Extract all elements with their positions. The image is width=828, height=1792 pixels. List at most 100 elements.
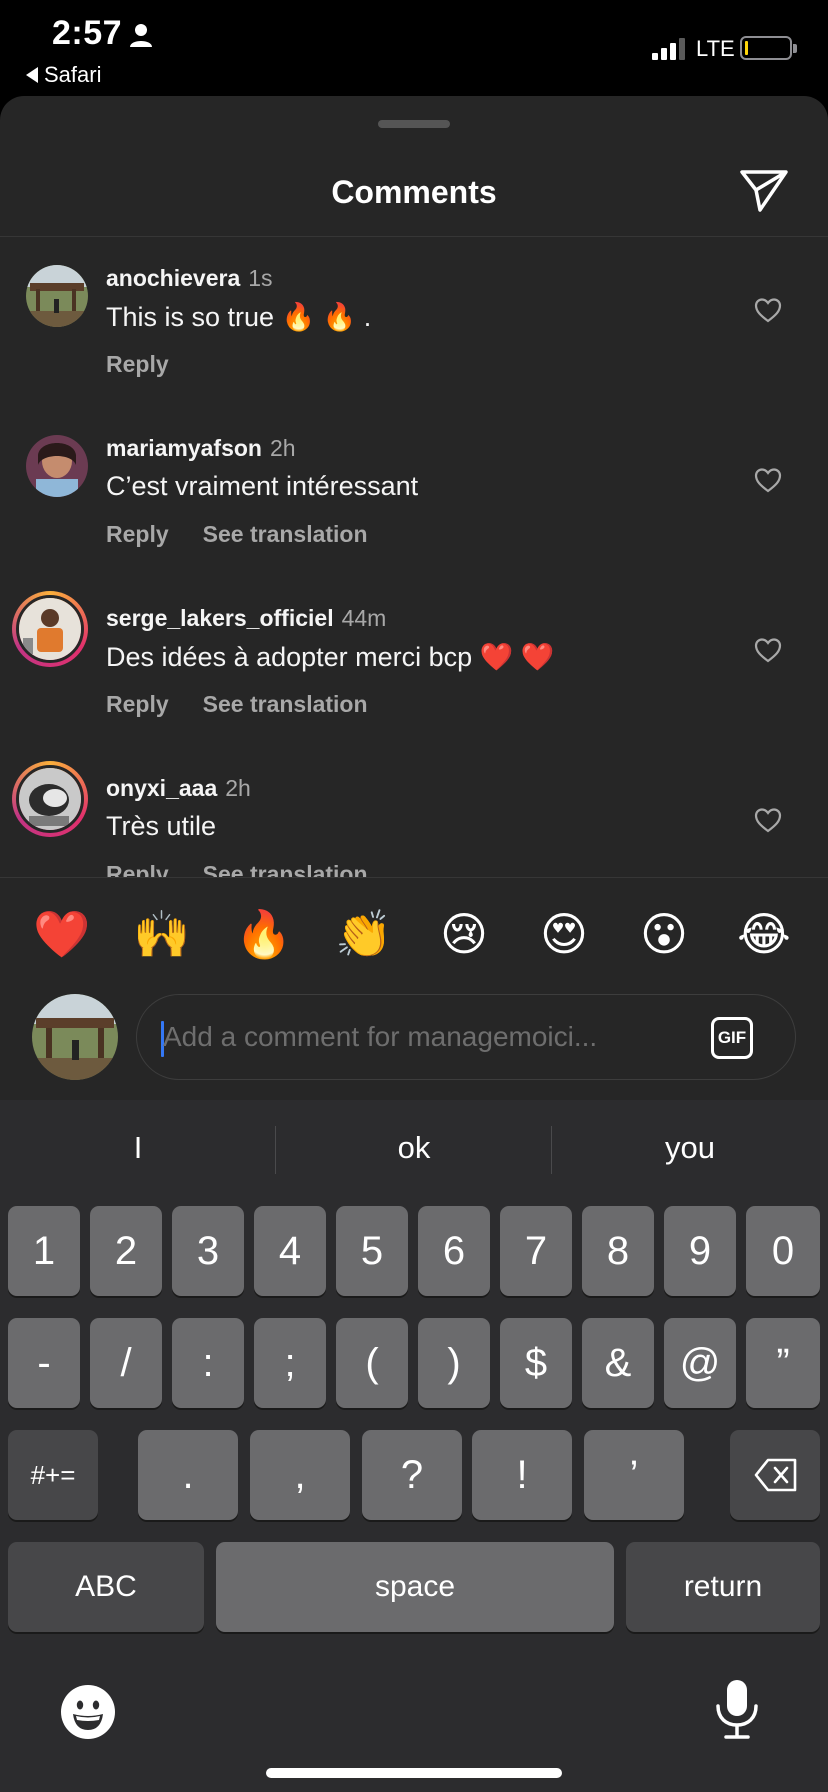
reply-button[interactable]: Reply — [106, 521, 169, 548]
key-5[interactable]: 5 — [336, 1206, 408, 1296]
key-0[interactable]: 0 — [746, 1206, 820, 1296]
microphone-icon[interactable] — [712, 1678, 762, 1740]
back-arrow-icon — [26, 67, 38, 83]
predictive-bar: I ok you — [0, 1122, 828, 1174]
see-translation-button[interactable]: See translation — [203, 691, 368, 718]
paper-plane-icon[interactable] — [738, 168, 790, 214]
comment-actions: Reply See translation — [106, 691, 368, 718]
heart-icon[interactable] — [754, 807, 782, 833]
reaction-fire[interactable]: 🔥 — [232, 902, 296, 966]
battery-icon — [740, 36, 797, 60]
key-colon[interactable]: : — [172, 1318, 244, 1408]
comments-sheet: Comments anochievera 1s This is so true … — [0, 96, 828, 1100]
suggestion-item[interactable]: I — [0, 1122, 276, 1174]
network-type: LTE — [696, 36, 735, 61]
suggestion-item[interactable]: ok — [276, 1122, 552, 1174]
see-translation-button[interactable]: See translation — [203, 861, 368, 877]
home-indicator[interactable] — [266, 1768, 562, 1778]
key-more-symbols[interactable]: #+= — [8, 1430, 98, 1520]
key-7[interactable]: 7 — [500, 1206, 572, 1296]
key-4[interactable]: 4 — [254, 1206, 326, 1296]
key-exclamation[interactable]: ! — [472, 1430, 572, 1520]
divider — [0, 877, 828, 878]
comment-header: onyxi_aaa 2h — [106, 775, 251, 802]
key-6[interactable]: 6 — [418, 1206, 490, 1296]
key-dollar[interactable]: $ — [500, 1318, 572, 1408]
heart-icon[interactable] — [754, 637, 782, 663]
reaction-red-heart[interactable]: ❤️ — [30, 902, 94, 966]
comment-header: serge_lakers_officiel 44m — [106, 605, 386, 632]
comment-time: 1s — [248, 265, 273, 291]
cellular-signal-icon — [652, 38, 685, 60]
avatar-with-story-ring[interactable] — [12, 591, 88, 667]
person-icon — [130, 24, 152, 47]
reaction-raising-hands[interactable]: 🙌 — [130, 902, 194, 966]
comment-text: C’est vraiment intéressant — [106, 471, 419, 501]
reply-button[interactable]: Reply — [106, 691, 169, 718]
key-open-paren[interactable]: ( — [336, 1318, 408, 1408]
comment-header: anochievera 1s — [106, 265, 273, 292]
return-key[interactable]: return — [626, 1542, 820, 1632]
back-app-label: Safari — [44, 62, 102, 87]
key-ampersand[interactable]: & — [582, 1318, 654, 1408]
comment-item: mariamyafson 2h C’est vraiment intéressan… — [0, 407, 828, 577]
gif-button[interactable]: GIF — [711, 1017, 753, 1059]
see-translation-button[interactable]: See translation — [203, 521, 368, 548]
avatar[interactable] — [26, 265, 88, 327]
status-time: 2:57 — [52, 14, 123, 52]
delete-key[interactable] — [730, 1430, 820, 1520]
comment-item: serge_lakers_officiel 44m Des idées à ado… — [0, 577, 828, 747]
reply-button[interactable]: Reply — [106, 351, 169, 378]
reaction-tears-of-joy[interactable]: 😂 — [732, 902, 796, 966]
comment-text: Très utile — [106, 811, 217, 841]
comment-actions: Reply — [106, 351, 169, 378]
reaction-surprised-face[interactable]: 😮 — [632, 902, 696, 966]
comment-username[interactable]: anochievera — [106, 265, 240, 291]
emoji-keyboard-icon[interactable] — [60, 1684, 116, 1740]
quick-reaction-bar: ❤️ 🙌 🔥 👏 😢 😍 😮 😂 — [0, 902, 828, 972]
space-bar[interactable]: space — [216, 1542, 614, 1632]
key-quote[interactable]: ” — [746, 1318, 820, 1408]
key-9[interactable]: 9 — [664, 1206, 736, 1296]
comment-actions: Reply See translation — [106, 521, 368, 548]
key-1[interactable]: 1 — [8, 1206, 80, 1296]
heart-icon[interactable] — [754, 467, 782, 493]
avatar[interactable] — [26, 435, 88, 497]
comment-time: 2h — [269, 435, 296, 461]
key-comma[interactable]: , — [250, 1430, 350, 1520]
page-title: Comments — [331, 174, 497, 210]
comment-time: 44m — [341, 605, 387, 631]
delete-backspace-icon — [754, 1458, 797, 1492]
key-hyphen[interactable]: - — [8, 1318, 80, 1408]
key-at[interactable]: @ — [664, 1318, 736, 1408]
reaction-crying-face[interactable]: 😢 — [432, 902, 496, 966]
comment-username[interactable]: mariamyafson — [106, 435, 262, 461]
comment-list[interactable]: anochievera 1s This is so true 🔥 🔥 . Repl… — [0, 237, 828, 877]
comment-text: Des idées à adopter merci bcp ❤️ ❤️ — [106, 642, 555, 672]
reaction-heart-eyes[interactable]: 😍 — [532, 902, 596, 966]
comment-username[interactable]: onyxi_aaa — [106, 775, 217, 801]
key-abc[interactable]: ABC — [8, 1542, 204, 1632]
key-period[interactable]: . — [138, 1430, 238, 1520]
comment-input[interactable] — [163, 995, 663, 1079]
avatar-with-story-ring[interactable] — [12, 761, 88, 837]
comment-item: anochievera 1s This is so true 🔥 🔥 . Repl… — [0, 237, 828, 407]
comment-header: mariamyafson 2h — [106, 435, 296, 462]
key-apostrophe[interactable]: ’ — [584, 1430, 684, 1520]
keyboard: I ok you 1 2 3 4 5 6 7 8 9 0 - / : ; ( )… — [0, 1100, 828, 1792]
key-close-paren[interactable]: ) — [418, 1318, 490, 1408]
comment-text: This is so true 🔥 🔥 . — [106, 302, 372, 332]
sheet-grabber[interactable] — [378, 120, 450, 128]
back-to-app-link[interactable]: Safari — [26, 62, 101, 88]
key-semicolon[interactable]: ; — [254, 1318, 326, 1408]
key-question[interactable]: ? — [362, 1430, 462, 1520]
heart-icon[interactable] — [754, 297, 782, 323]
reaction-clapping-hands[interactable]: 👏 — [332, 902, 396, 966]
key-2[interactable]: 2 — [90, 1206, 162, 1296]
reply-button[interactable]: Reply — [106, 861, 169, 877]
key-3[interactable]: 3 — [172, 1206, 244, 1296]
comment-username[interactable]: serge_lakers_officiel — [106, 605, 334, 631]
key-8[interactable]: 8 — [582, 1206, 654, 1296]
key-slash[interactable]: / — [90, 1318, 162, 1408]
suggestion-item[interactable]: you — [552, 1122, 828, 1174]
